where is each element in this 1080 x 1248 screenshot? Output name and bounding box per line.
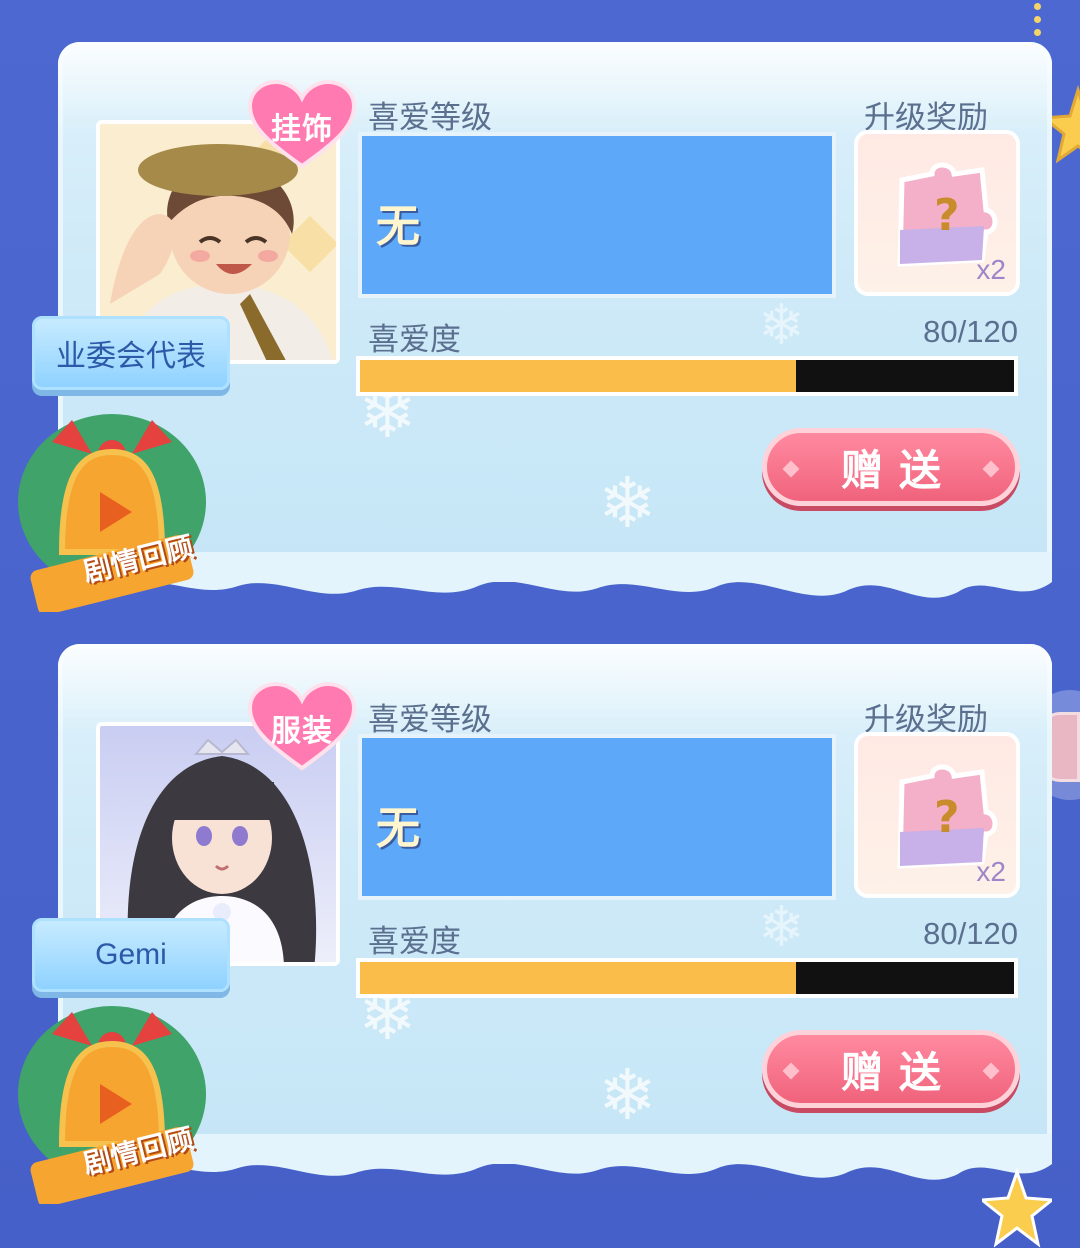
gift-button-label: 赠送 bbox=[840, 1048, 957, 1096]
level-value: 无 bbox=[376, 202, 420, 251]
snowflake-icon: ❄ bbox=[758, 293, 805, 356]
snowflake-icon: ❄ bbox=[758, 895, 805, 958]
character-name-tag: Gemi bbox=[32, 918, 230, 992]
diamond-icon bbox=[982, 1062, 1000, 1080]
svg-text:?: ? bbox=[934, 792, 960, 843]
reward-count: x2 bbox=[976, 856, 1006, 887]
decorative-dots bbox=[1034, 0, 1042, 40]
snowflake-icon: ❄ bbox=[598, 1056, 657, 1134]
affection-label: 喜爱度 bbox=[368, 322, 461, 357]
gift-button[interactable]: 赠送 bbox=[762, 1030, 1020, 1108]
screen: ❄ ❄ ❄ 挂饰 业委会代表 剧情回顾 喜爱等级 升级奖励 无 ? x2 喜爱度… bbox=[0, 0, 1080, 1248]
affection-label: 喜爱度 bbox=[368, 924, 461, 959]
character-name-tag: 业委会代表 bbox=[32, 316, 230, 390]
affection-value: 80/120 bbox=[923, 314, 1018, 349]
affection-progress-fill bbox=[360, 962, 797, 994]
svg-text:?: ? bbox=[934, 190, 960, 241]
affection-progress-fill bbox=[360, 360, 797, 392]
character-name: Gemi bbox=[95, 938, 167, 971]
reward-count: x2 bbox=[976, 254, 1006, 285]
level-label: 喜爱等级 bbox=[368, 702, 492, 737]
snowflake-icon: ❄ bbox=[598, 464, 657, 542]
level-label: 喜爱等级 bbox=[368, 100, 492, 135]
character-card: ❄ ❄ ❄ 服装 Gemi 剧情回顾 喜爱等级 升级奖励 无 ? x2 喜爱度 … bbox=[18, 644, 1052, 1204]
heart-tag-icon bbox=[248, 682, 356, 771]
affection-progress-bar bbox=[356, 356, 1018, 396]
diamond-icon bbox=[782, 1062, 800, 1080]
diamond-icon bbox=[982, 460, 1000, 478]
reward-item[interactable]: ? x2 bbox=[854, 732, 1020, 898]
level-display: 无 bbox=[358, 734, 836, 900]
star-icon bbox=[982, 1168, 1052, 1248]
level-display: 无 bbox=[358, 132, 836, 298]
gift-button-label: 赠送 bbox=[840, 446, 957, 494]
affection-value: 80/120 bbox=[923, 916, 1018, 951]
star-icon bbox=[1050, 84, 1080, 164]
level-value: 无 bbox=[376, 804, 420, 853]
heart-tag-icon bbox=[248, 80, 356, 169]
affection-progress-bar bbox=[356, 958, 1018, 998]
character-card: ❄ ❄ ❄ 挂饰 业委会代表 剧情回顾 喜爱等级 升级奖励 无 ? x2 喜爱度… bbox=[18, 42, 1052, 612]
character-name: 业委会代表 bbox=[56, 340, 206, 373]
reward-item[interactable]: ? x2 bbox=[854, 130, 1020, 296]
gift-button[interactable]: 赠送 bbox=[762, 428, 1020, 506]
diamond-icon bbox=[782, 460, 800, 478]
